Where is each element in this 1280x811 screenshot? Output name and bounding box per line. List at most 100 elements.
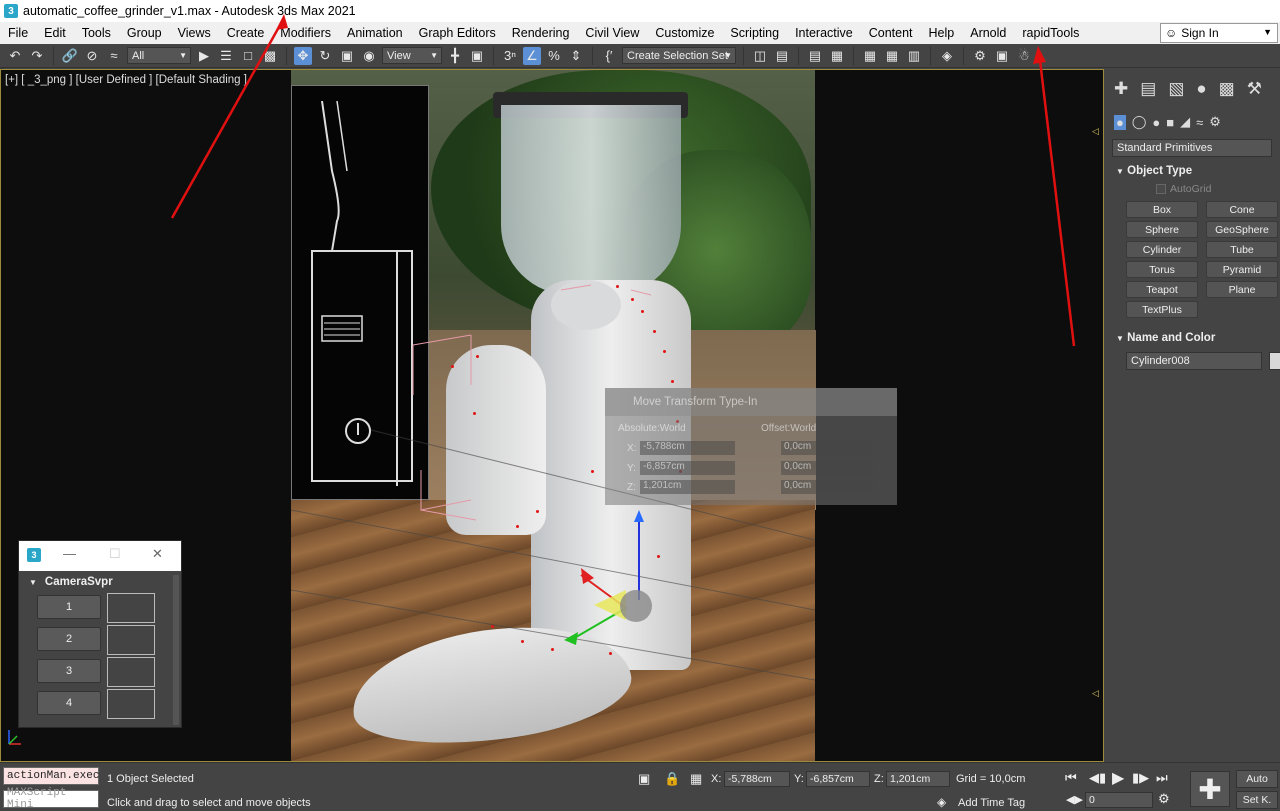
- menu-graph-editors[interactable]: Graph Editors: [411, 26, 504, 40]
- camera-window-scrollbar[interactable]: [173, 575, 179, 725]
- helpers-icon[interactable]: ◢: [1180, 114, 1190, 130]
- hierarchy-tab-icon[interactable]: ▧: [1168, 79, 1184, 99]
- camera-thumbnail-slot[interactable]: [107, 593, 155, 623]
- motion-tab-icon[interactable]: ●: [1196, 79, 1206, 99]
- toggle-ribbon-icon[interactable]: ▦: [861, 47, 879, 65]
- percent-snap-icon[interactable]: %: [545, 47, 563, 65]
- menu-file[interactable]: File: [0, 26, 36, 40]
- menu-customize[interactable]: Customize: [647, 26, 722, 40]
- spacewarps-icon[interactable]: ≈: [1196, 115, 1203, 130]
- close-icon[interactable]: ✕: [152, 546, 163, 562]
- camera-switcher-window[interactable]: 3 — ☐ ✕ ▼ CameraSvpr 1 2 3 4: [18, 540, 182, 728]
- place-icon[interactable]: ◉: [360, 47, 378, 65]
- selection-lock-icon[interactable]: 🔒: [664, 771, 680, 787]
- redo-icon[interactable]: ↷: [28, 47, 46, 65]
- lights-icon[interactable]: ●: [1152, 115, 1160, 130]
- render-production-icon[interactable]: ☃: [1015, 47, 1033, 65]
- named-selection-dropdown[interactable]: Create Selection Set ▼: [622, 47, 736, 64]
- move-transform-typein-dialog[interactable]: Move Transform Type-In Absolute:World Of…: [605, 388, 897, 505]
- camera-window-titlebar[interactable]: 3 — ☐ ✕: [19, 541, 181, 571]
- current-frame-field[interactable]: 0: [1085, 792, 1153, 808]
- select-by-name-icon[interactable]: ☰: [217, 47, 235, 65]
- box-button[interactable]: Box: [1126, 201, 1198, 218]
- curve-editor-icon[interactable]: ▦: [883, 47, 901, 65]
- maxscript-mini-input[interactable]: MAXScript Mini: [3, 787, 99, 811]
- camera-thumbnail-slot[interactable]: [107, 689, 155, 719]
- menu-help[interactable]: Help: [921, 26, 963, 40]
- display-tab-icon[interactable]: ▩: [1219, 79, 1235, 99]
- camera-button-4[interactable]: 4: [37, 691, 101, 715]
- isolate-selection-icon[interactable]: ▣: [638, 771, 650, 787]
- absolute-offset-mode-icon[interactable]: ▦: [690, 771, 702, 787]
- menu-animation[interactable]: Animation: [339, 26, 411, 40]
- camera-thumbnail-slot[interactable]: [107, 657, 155, 687]
- typein-title[interactable]: Move Transform Type-In: [605, 388, 897, 416]
- menu-rendering[interactable]: Rendering: [504, 26, 578, 40]
- menu-group[interactable]: Group: [119, 26, 170, 40]
- align-icon[interactable]: ▤: [773, 47, 791, 65]
- select-object-icon[interactable]: ▶: [195, 47, 213, 65]
- link-icon[interactable]: 🔗: [61, 47, 79, 65]
- rect-selection-icon[interactable]: □: [239, 47, 257, 65]
- select-manipulate-icon[interactable]: ▣: [468, 47, 486, 65]
- signin-dropdown[interactable]: ☺ Sign In ▼: [1160, 23, 1278, 43]
- next-frame-icon[interactable]: ▮▶: [1132, 770, 1149, 786]
- menu-edit[interactable]: Edit: [36, 26, 74, 40]
- move-icon[interactable]: ✥: [294, 46, 312, 65]
- rendered-frame-window-icon[interactable]: ▣: [993, 47, 1011, 65]
- add-time-tag-button[interactable]: Add Time Tag: [958, 797, 1025, 809]
- menu-arnold[interactable]: Arnold: [962, 26, 1014, 40]
- object-color-swatch[interactable]: [1269, 352, 1280, 370]
- unlink-icon[interactable]: ⊘: [83, 47, 101, 65]
- mirror-icon[interactable]: ◫: [751, 47, 769, 65]
- geosphere-button[interactable]: GeoSphere: [1206, 221, 1278, 238]
- schematic-view-icon[interactable]: ▥: [905, 47, 923, 65]
- menu-interactive[interactable]: Interactive: [787, 26, 861, 40]
- scale-icon[interactable]: ▣: [338, 47, 356, 65]
- name-color-rollout[interactable]: ▼ Name and Color: [1106, 332, 1280, 344]
- selection-filter-dropdown[interactable]: All ▼: [127, 47, 191, 64]
- menu-views[interactable]: Views: [170, 26, 219, 40]
- set-key-big-button[interactable]: ✚: [1190, 771, 1230, 807]
- reference-coordinate-dropdown[interactable]: View ▼: [382, 47, 442, 64]
- menu-tools[interactable]: Tools: [74, 26, 119, 40]
- cylinder-button[interactable]: Cylinder: [1126, 241, 1198, 258]
- typein-offset-y-field[interactable]: 0,0cm: [781, 461, 873, 475]
- coord-x-field[interactable]: -5,788cm: [724, 771, 790, 787]
- typein-offset-z-field[interactable]: 0,0cm: [781, 480, 873, 494]
- create-tab-icon[interactable]: ✚: [1114, 79, 1128, 99]
- render-setup-icon[interactable]: ⚙: [971, 47, 989, 65]
- textplus-button[interactable]: TextPlus: [1126, 301, 1198, 318]
- systems-icon[interactable]: ⚙: [1209, 114, 1221, 130]
- geometry-icon[interactable]: ●: [1114, 114, 1126, 130]
- material-editor-icon[interactable]: ◈: [938, 47, 956, 65]
- typein-abs-z-field[interactable]: 1,201cm: [640, 480, 735, 494]
- teapot-button[interactable]: Teapot: [1126, 281, 1198, 298]
- typein-offset-x-field[interactable]: 0,0cm: [781, 441, 873, 455]
- undo-icon[interactable]: ↶: [6, 47, 24, 65]
- camera-button-1[interactable]: 1: [37, 595, 101, 619]
- scene-explorer-icon[interactable]: ▤: [806, 47, 824, 65]
- edit-named-selection-icon[interactable]: {′: [600, 47, 618, 65]
- menu-scripting[interactable]: Scripting: [722, 26, 787, 40]
- minimize-icon[interactable]: —: [63, 546, 76, 561]
- layer-explorer-icon[interactable]: ▦: [828, 47, 846, 65]
- spinner-snap-icon[interactable]: ⇕: [567, 47, 585, 65]
- menu-content[interactable]: Content: [861, 26, 921, 40]
- set-key-button[interactable]: Set K.: [1236, 791, 1278, 809]
- rotate-icon[interactable]: ↻: [316, 47, 334, 65]
- camera-button-3[interactable]: 3: [37, 659, 101, 683]
- typein-abs-x-field[interactable]: -5,788cm: [640, 441, 735, 455]
- key-mode-toggle-icon[interactable]: ◀▶: [1066, 793, 1083, 806]
- viewport-label[interactable]: [+] [ _3_png ] [User Defined ] [Default …: [5, 74, 247, 86]
- plane-button[interactable]: Plane: [1206, 281, 1278, 298]
- menu-civil-view[interactable]: Civil View: [577, 26, 647, 40]
- menu-create[interactable]: Create: [219, 26, 273, 40]
- go-to-end-icon[interactable]: ⏭: [1156, 770, 1168, 786]
- menu-modifiers[interactable]: Modifiers: [272, 26, 339, 40]
- previous-frame-icon[interactable]: ◀▮: [1089, 770, 1106, 786]
- play-icon[interactable]: ▶: [1112, 768, 1124, 788]
- object-name-field[interactable]: Cylinder008: [1126, 352, 1280, 370]
- camera-thumbnail-slot[interactable]: [107, 625, 155, 655]
- angle-snap-icon[interactable]: ∠: [523, 46, 541, 65]
